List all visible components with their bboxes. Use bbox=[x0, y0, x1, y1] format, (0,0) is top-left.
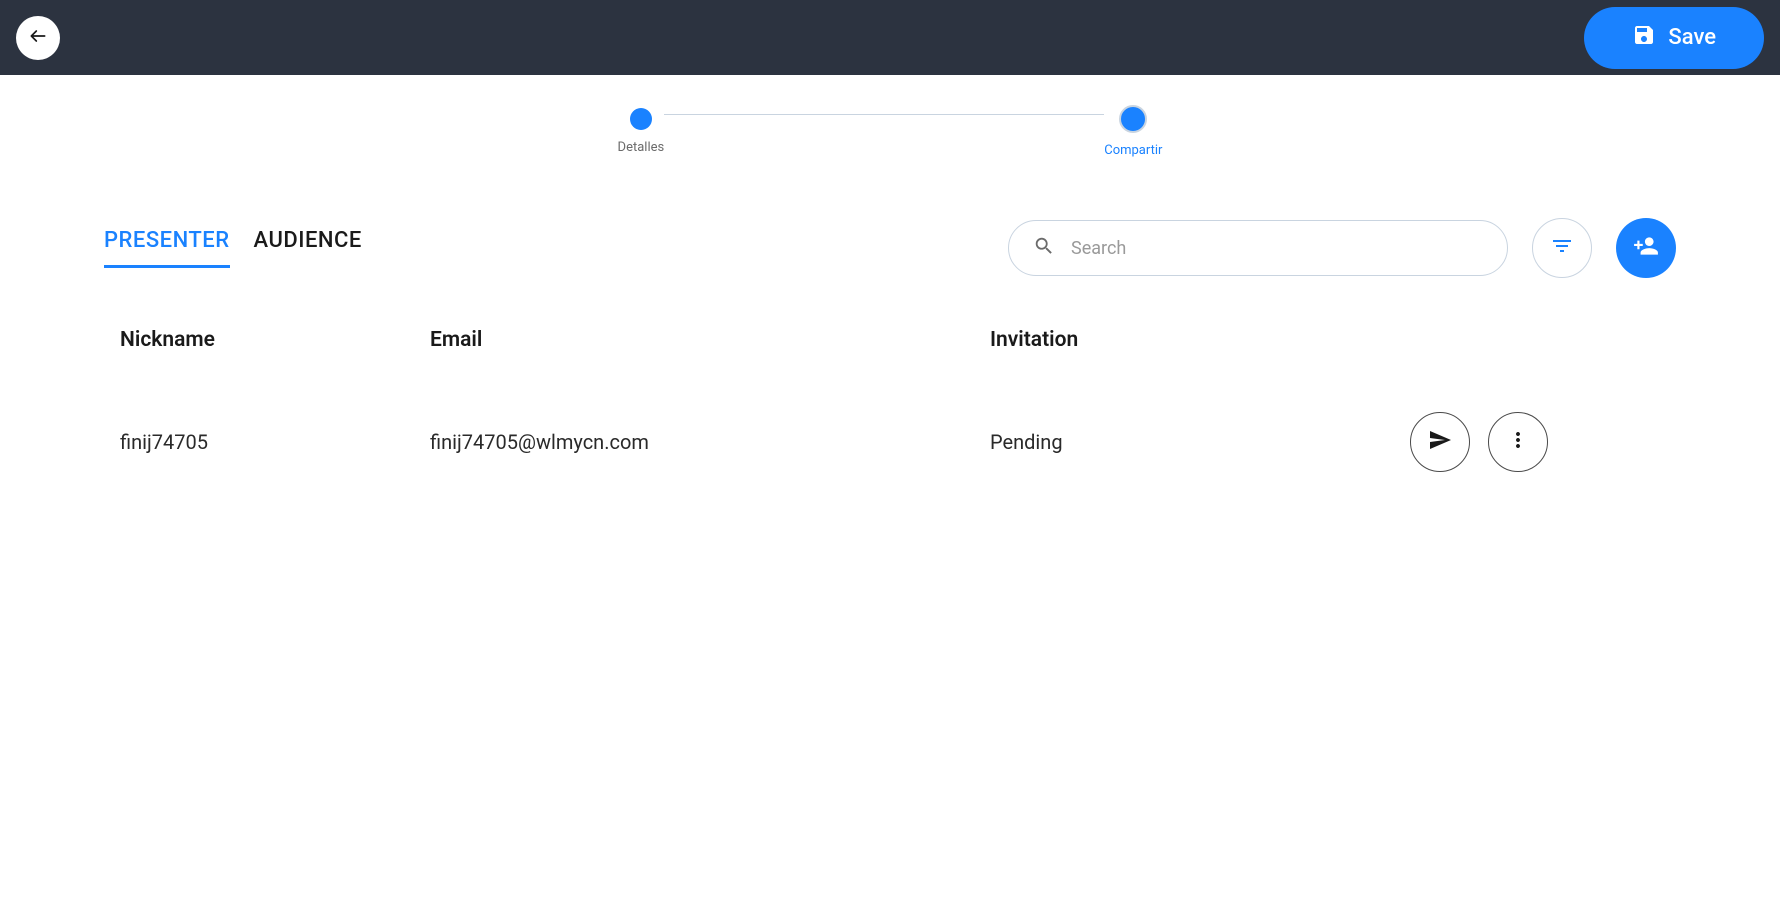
cell-invitation: Pending bbox=[990, 430, 1410, 454]
step-circle-icon bbox=[1119, 105, 1147, 133]
table-header: Nickname Email Invitation bbox=[104, 328, 1676, 352]
cell-email: finij74705@wlmycn.com bbox=[430, 430, 990, 454]
actions-bar bbox=[1008, 218, 1676, 278]
main-content: PRESENTER AUDIENCE bbox=[0, 198, 1780, 512]
back-button[interactable] bbox=[16, 16, 60, 60]
step-circle-icon bbox=[630, 108, 652, 130]
send-button[interactable] bbox=[1410, 412, 1470, 472]
tabs: PRESENTER AUDIENCE bbox=[104, 228, 362, 268]
step-detalles[interactable]: Detalles bbox=[618, 108, 665, 155]
tab-audience[interactable]: AUDIENCE bbox=[254, 228, 362, 268]
send-icon bbox=[1428, 428, 1452, 456]
app-header: Save bbox=[0, 0, 1780, 75]
step-connector bbox=[664, 114, 1104, 115]
more-vert-icon bbox=[1506, 428, 1530, 456]
save-icon bbox=[1632, 23, 1656, 53]
table-row: finij74705 finij74705@wlmycn.com Pending bbox=[104, 392, 1676, 492]
stepper: Detalles Compartir bbox=[0, 75, 1780, 198]
save-button[interactable]: Save bbox=[1584, 7, 1764, 69]
arrow-left-icon bbox=[28, 26, 48, 50]
save-button-label: Save bbox=[1668, 25, 1716, 50]
more-options-button[interactable] bbox=[1488, 412, 1548, 472]
column-header-invitation: Invitation bbox=[990, 328, 1410, 352]
person-add-icon bbox=[1633, 233, 1659, 263]
search-icon bbox=[1033, 235, 1055, 261]
search-input[interactable] bbox=[1071, 238, 1483, 259]
step-compartir[interactable]: Compartir bbox=[1104, 105, 1162, 158]
filter-icon bbox=[1550, 234, 1574, 262]
tabs-row: PRESENTER AUDIENCE bbox=[104, 218, 1676, 278]
cell-nickname: finij74705 bbox=[120, 430, 430, 454]
search-box[interactable] bbox=[1008, 220, 1508, 276]
tab-presenter[interactable]: PRESENTER bbox=[104, 228, 230, 268]
filter-button[interactable] bbox=[1532, 218, 1592, 278]
column-header-nickname: Nickname bbox=[120, 328, 430, 352]
step-label: Detalles bbox=[618, 140, 665, 155]
row-actions bbox=[1410, 412, 1668, 472]
step-label: Compartir bbox=[1104, 143, 1162, 158]
add-user-button[interactable] bbox=[1616, 218, 1676, 278]
column-header-email: Email bbox=[430, 328, 990, 352]
